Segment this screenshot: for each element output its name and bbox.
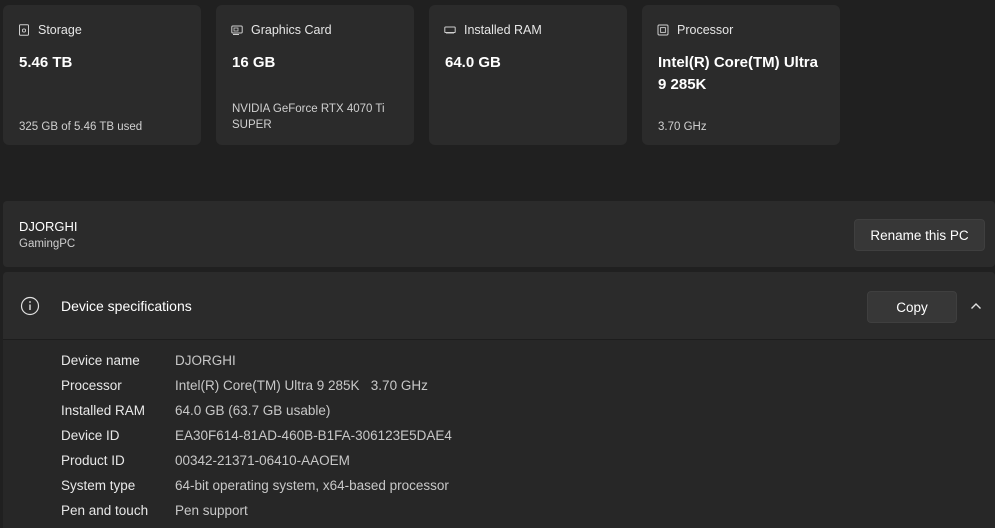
storage-card-usage: 325 GB of 5.46 TB used <box>19 121 143 133</box>
pc-name: DJORGHI <box>19 219 78 234</box>
spec-label: Processor <box>61 378 122 393</box>
spec-label: System type <box>61 478 136 493</box>
graphics-card-value: 16 GB <box>232 54 276 71</box>
graphics-card-card[interactable]: Graphics Card 16 GB NVIDIA GeForce RTX 4… <box>216 5 414 145</box>
graphics-card-model: NVIDIA GeForce RTX 4070 Ti SUPER <box>232 103 385 131</box>
graphics-card-header: Graphics Card <box>231 23 332 37</box>
spec-label: Pen and touch <box>61 503 149 518</box>
device-specifications-title: Device specifications <box>61 298 192 314</box>
spec-value: Pen support <box>175 503 248 518</box>
spec-row-processor: Processor Intel(R) Core(TM) Ultra 9 285K… <box>61 373 452 398</box>
processor-card-title: Processor <box>677 23 734 37</box>
spec-value: EA30F614-81AD-460B-B1FA-306123E5DAE4 <box>175 428 452 443</box>
spec-row-device-id: Device ID EA30F614-81AD-460B-B1FA-306123… <box>61 423 452 448</box>
spec-row-pen-and-touch: Pen and touch Pen support <box>61 498 452 523</box>
spec-row-product-id: Product ID 00342-21371-06410-AAOEM <box>61 448 452 473</box>
spec-label: Device name <box>61 353 140 368</box>
spec-label: Device ID <box>61 428 120 443</box>
graphics-card-title: Graphics Card <box>251 23 332 37</box>
processor-card-header: Processor <box>657 23 733 37</box>
pc-name-bar: DJORGHI GamingPC Rename this PC <box>3 201 995 267</box>
installed-ram-title: Installed RAM <box>464 23 542 37</box>
storage-card-title: Storage <box>38 23 82 37</box>
installed-ram-card[interactable]: Installed RAM 64.0 GB <box>429 5 627 145</box>
spec-label: Product ID <box>61 453 125 468</box>
summary-cards: Storage 5.46 TB 325 GB of 5.46 TB used G… <box>3 5 840 145</box>
processor-icon <box>657 24 669 36</box>
storage-icon <box>18 24 30 36</box>
processor-card-value: Intel(R) Core(TM) Ultra 9 285K <box>658 54 818 93</box>
pc-model: GamingPC <box>19 238 76 250</box>
spec-value: 64.0 GB (63.7 GB usable) <box>175 403 331 418</box>
specifications-list: Device name DJORGHI Processor Intel(R) C… <box>61 348 452 523</box>
spec-value: 64-bit operating system, x64-based proce… <box>175 478 449 493</box>
spec-value: 00342-21371-06410-AAOEM <box>175 453 350 468</box>
spec-value: Intel(R) Core(TM) Ultra 9 285K 3.70 GHz <box>175 378 428 393</box>
processor-card[interactable]: Processor Intel(R) Core(TM) Ultra 9 285K… <box>642 5 840 145</box>
installed-ram-header: Installed RAM <box>444 23 542 37</box>
chevron-up-icon[interactable] <box>969 299 983 313</box>
spec-label: Installed RAM <box>61 403 146 418</box>
spec-row-installed-ram: Installed RAM 64.0 GB (63.7 GB usable) <box>61 398 452 423</box>
spec-value: DJORGHI <box>175 353 236 368</box>
info-icon <box>20 296 40 316</box>
rename-pc-button[interactable]: Rename this PC <box>854 219 985 251</box>
copy-button[interactable]: Copy <box>867 291 957 323</box>
ram-icon <box>444 24 456 36</box>
graphics-card-icon <box>231 24 243 36</box>
installed-ram-value: 64.0 GB <box>445 54 501 71</box>
device-specifications-header[interactable]: Device specifications Copy <box>3 272 995 340</box>
storage-card-value: 5.46 TB <box>19 54 73 71</box>
storage-card[interactable]: Storage 5.46 TB 325 GB of 5.46 TB used <box>3 5 201 145</box>
processor-card-speed: 3.70 GHz <box>658 121 707 133</box>
storage-card-header: Storage <box>18 23 82 37</box>
spec-row-system-type: System type 64-bit operating system, x64… <box>61 473 452 498</box>
spec-row-device-name: Device name DJORGHI <box>61 348 452 373</box>
device-specifications-panel: Device specifications Copy Device name D… <box>3 272 995 528</box>
